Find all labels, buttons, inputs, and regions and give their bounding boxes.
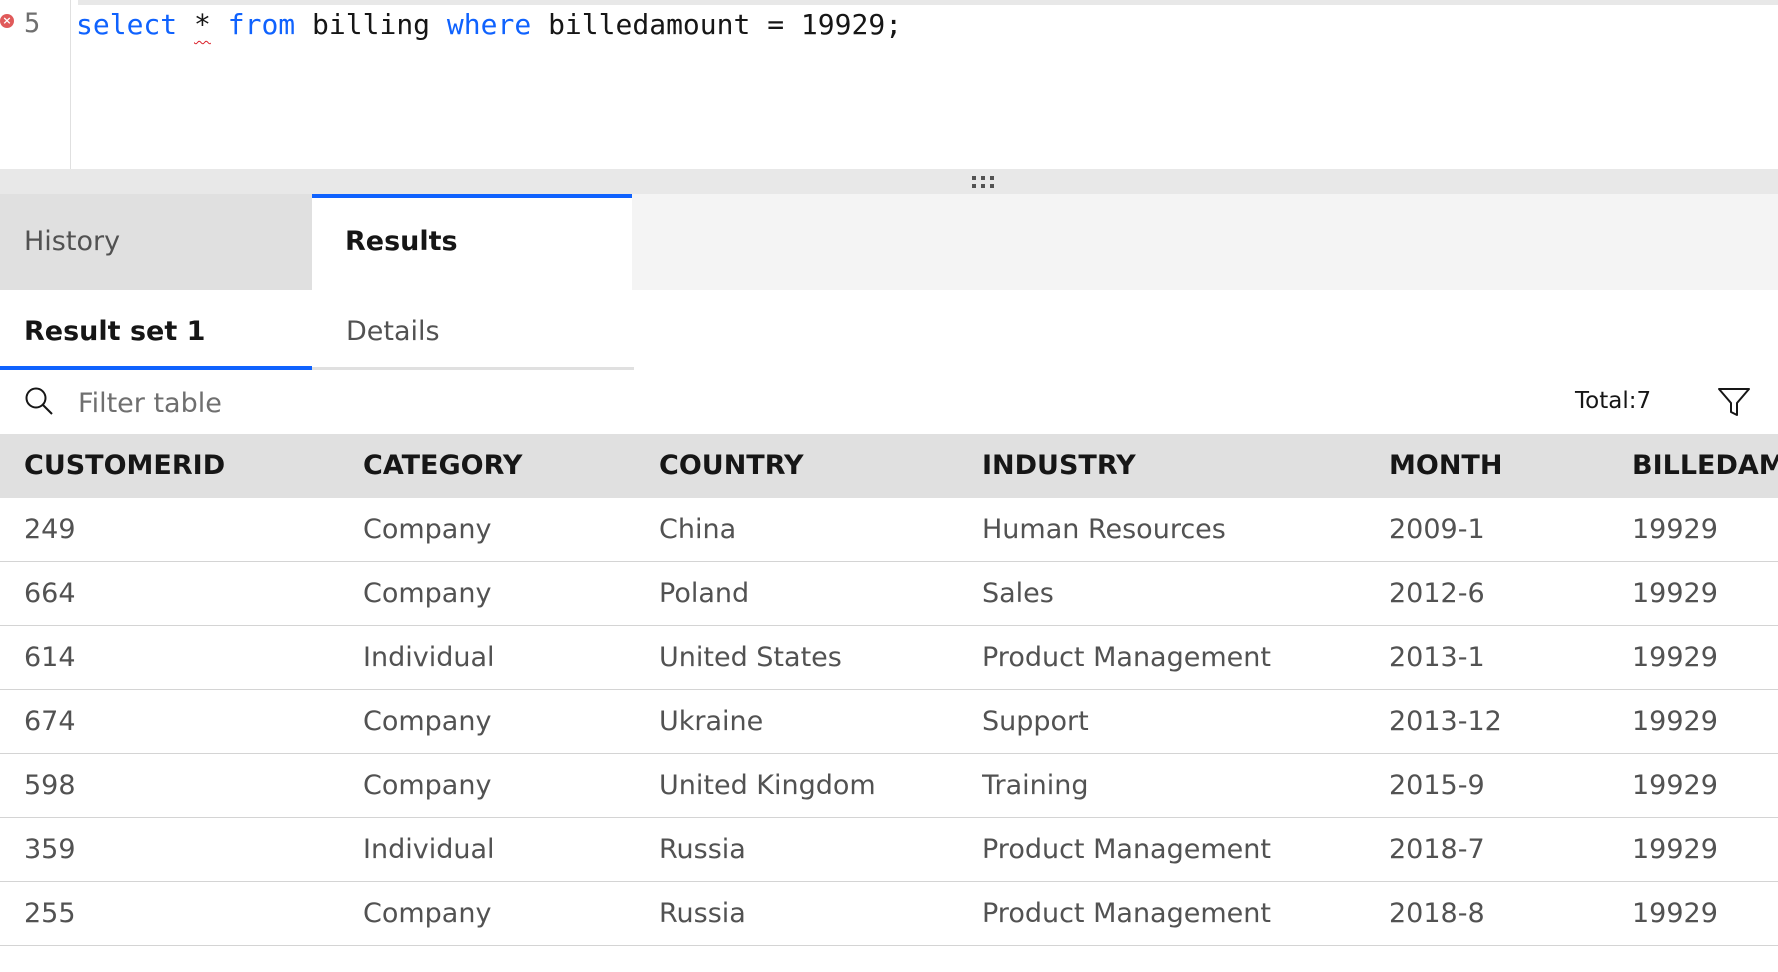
table-row[interactable]: 255 Company Russia Product Management 2018-8… [0, 882, 1778, 946]
cell-country: Russia [659, 898, 746, 929]
cell-billedamount: 19929 [1632, 834, 1718, 865]
cell-country: United States [659, 642, 842, 673]
table-name-token: billing [312, 8, 431, 41]
table-row[interactable]: 359 Individual Russia Product Management 201… [0, 818, 1778, 882]
cell-industry: Product Management [982, 642, 1271, 673]
cell-country: United Kingdom [659, 770, 876, 801]
cell-industry: Sales [982, 578, 1054, 609]
table-row[interactable]: 249 Company China Human Resources 2009-1 1992… [0, 498, 1778, 562]
cell-industry: Training [982, 770, 1089, 801]
cell-billedamount: 19929 [1632, 514, 1718, 545]
cell-category: Individual [363, 834, 495, 865]
column-header-industry[interactable]: INDUSTRY [982, 434, 1372, 498]
cell-category: Company [363, 578, 492, 609]
table-row[interactable]: 614 Individual United States Product Manage… [0, 626, 1778, 690]
cell-country: China [659, 514, 737, 545]
tab-history[interactable]: History [0, 194, 312, 290]
cell-customerid: 664 [24, 578, 76, 609]
filter-table-input[interactable] [76, 378, 680, 428]
column-header-category[interactable]: CATEGORY [363, 434, 653, 498]
cell-industry: Product Management [982, 898, 1271, 929]
result-subtabs: Result set 1 Details [0, 290, 1778, 370]
cell-customerid: 674 [24, 706, 76, 737]
cell-country: Ukraine [659, 706, 764, 737]
cell-industry: Human Resources [982, 514, 1226, 545]
row-total: Total:7 [1575, 388, 1652, 414]
cell-customerid: 249 [24, 514, 76, 545]
cell-customerid: 598 [24, 770, 76, 801]
drag-handle-icon[interactable] [972, 176, 998, 188]
cell-category: Company [363, 898, 492, 929]
cell-country: Russia [659, 834, 746, 865]
table-row[interactable]: 664 Company Poland Sales 2012-6 19929 [0, 562, 1778, 626]
error-marker-icon[interactable]: × [0, 14, 14, 28]
wildcard-token: * [194, 8, 211, 41]
cell-customerid: 255 [24, 898, 76, 929]
search-icon [25, 387, 53, 415]
cell-month: 2009-1 [1389, 514, 1485, 545]
column-header-country[interactable]: COUNTRY [659, 434, 969, 498]
sql-statement[interactable]: select * from billing where billedamount… [76, 8, 902, 41]
output-tabs: History Results [0, 194, 1778, 290]
line-number: 5 [24, 8, 41, 39]
keyword-where: where [446, 8, 532, 41]
cell-billedamount: 19929 [1632, 706, 1718, 737]
table-toolbar: Total:7 [0, 370, 1778, 434]
cell-industry: Product Management [982, 834, 1271, 865]
condition-token: billedamount = 19929; [548, 8, 903, 41]
editor-previous-line-edge [78, 0, 1778, 5]
column-header-customerid[interactable]: CUSTOMERID [24, 434, 324, 498]
cell-billedamount: 19929 [1632, 642, 1718, 673]
table-header-row: CUSTOMERID CATEGORY COUNTRY INDUSTRY MON… [0, 434, 1778, 498]
column-header-billedamount[interactable]: BILLEDAMOUNT [1632, 434, 1778, 498]
cell-category: Company [363, 514, 492, 545]
cell-month: 2015-9 [1389, 770, 1485, 801]
cell-category: Individual [363, 642, 495, 673]
table-row[interactable]: 674 Company Ukraine Support 2013-12 19929 [0, 690, 1778, 754]
cell-billedamount: 19929 [1632, 898, 1718, 929]
tab-details[interactable]: Details [312, 290, 634, 370]
cell-month: 2018-8 [1389, 898, 1485, 929]
column-header-month[interactable]: MONTH [1389, 434, 1619, 498]
sql-editor[interactable]: × 5 select * from billing where billedam… [0, 0, 1778, 169]
cell-billedamount: 19929 [1632, 770, 1718, 801]
cell-category: Company [363, 770, 492, 801]
cell-category: Company [363, 706, 492, 737]
results-table: CUSTOMERID CATEGORY COUNTRY INDUSTRY MON… [0, 434, 1778, 946]
cell-customerid: 614 [24, 642, 76, 673]
pane-splitter[interactable] [0, 169, 1778, 194]
cell-month: 2013-12 [1389, 706, 1502, 737]
cell-month: 2013-1 [1389, 642, 1485, 673]
table-row[interactable]: 598 Company United Kingdom Training 2015-9 19… [0, 754, 1778, 818]
cell-country: Poland [659, 578, 750, 609]
tab-results[interactable]: Results [312, 194, 632, 290]
cell-month: 2018-7 [1389, 834, 1485, 865]
tab-result-set-1[interactable]: Result set 1 [0, 290, 312, 370]
cell-billedamount: 19929 [1632, 578, 1718, 609]
filter-icon[interactable] [1716, 384, 1752, 420]
keyword-from: from [227, 8, 296, 41]
keyword-select: select [76, 8, 178, 41]
cell-month: 2012-6 [1389, 578, 1485, 609]
cell-industry: Support [982, 706, 1089, 737]
editor-gutter-divider [70, 0, 71, 169]
cell-customerid: 359 [24, 834, 76, 865]
